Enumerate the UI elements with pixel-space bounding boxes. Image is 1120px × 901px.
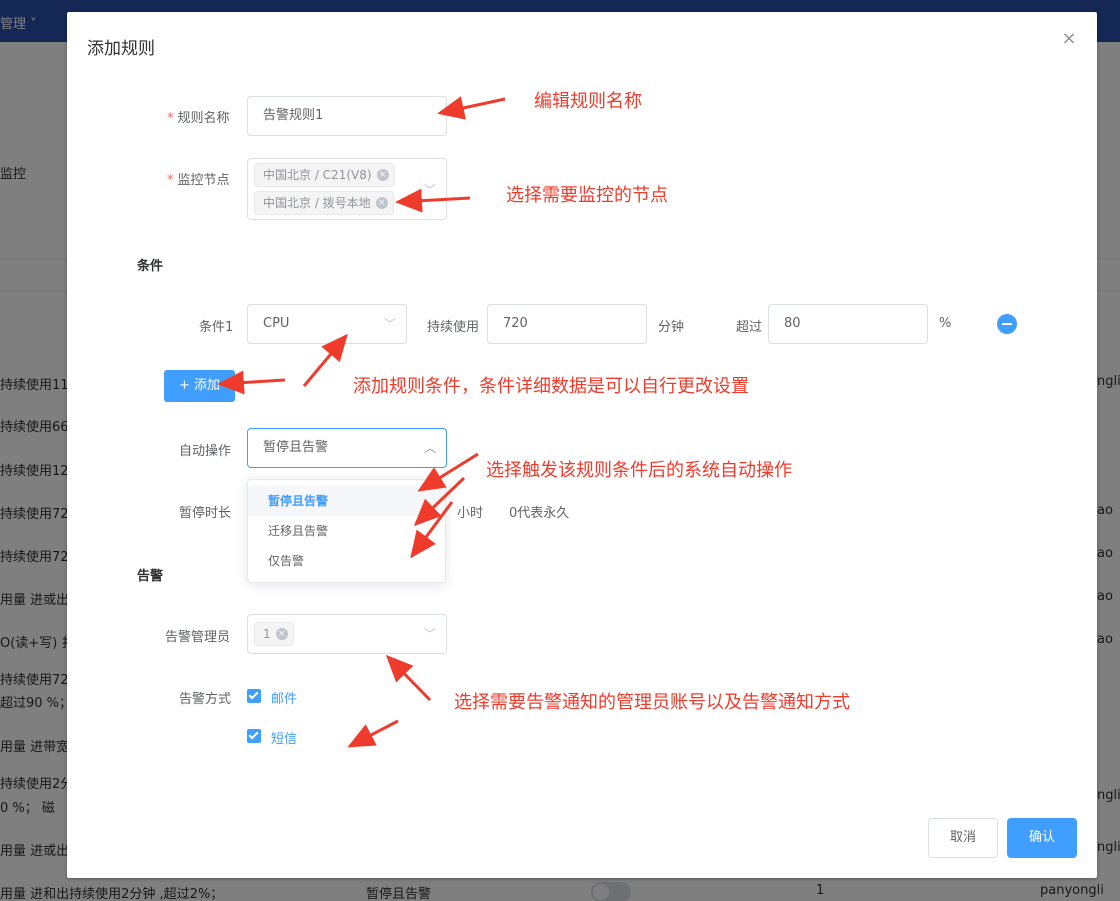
annotation-arrows	[217, 96, 506, 748]
arrow	[217, 370, 286, 395]
arrow	[437, 96, 506, 120]
arrow	[385, 654, 432, 702]
arrow	[395, 188, 471, 213]
arrow	[302, 333, 348, 387]
arrow	[417, 452, 479, 492]
arrow	[347, 719, 399, 748]
